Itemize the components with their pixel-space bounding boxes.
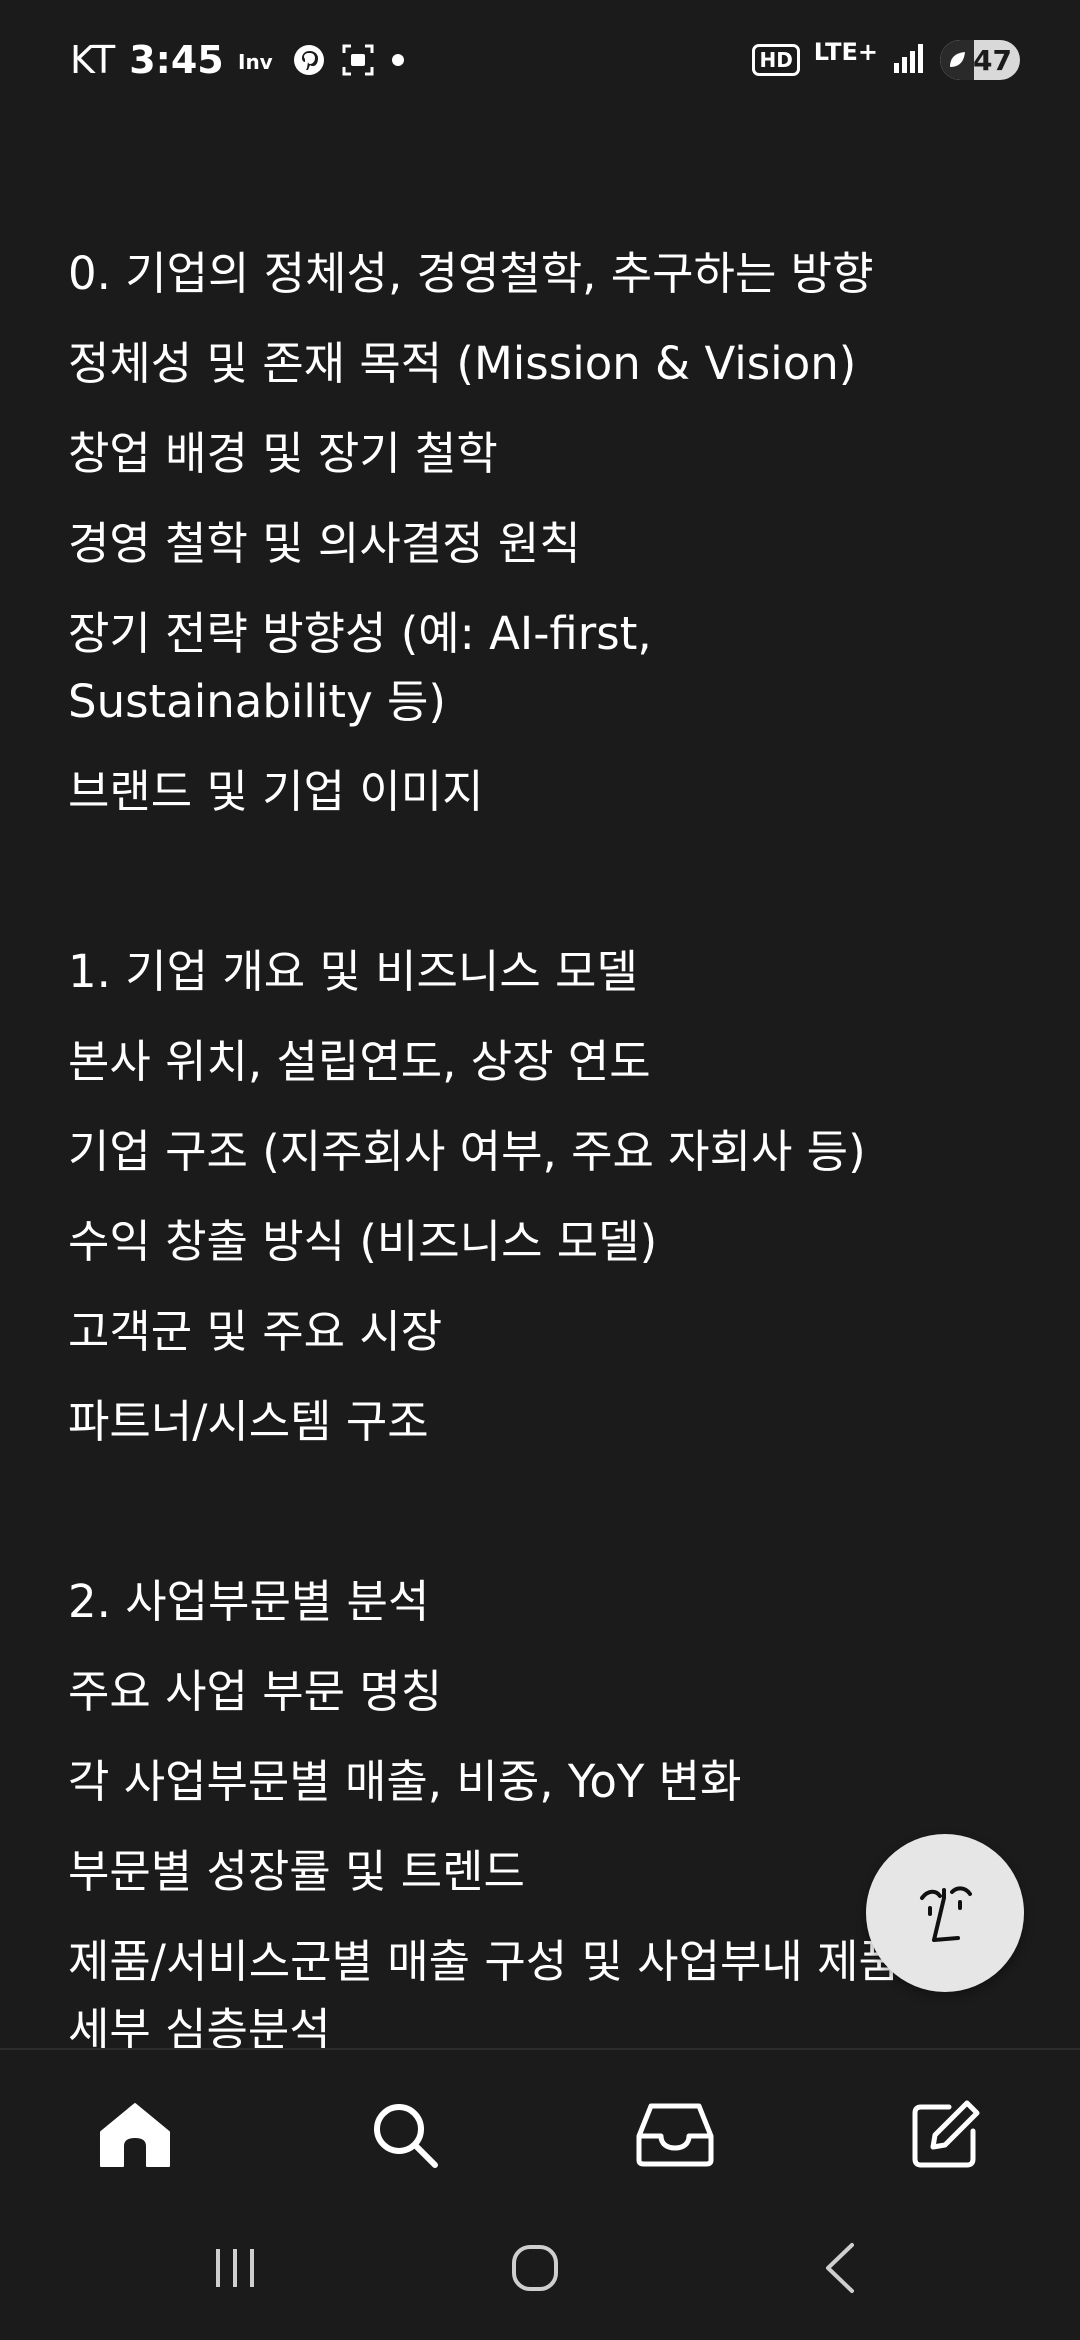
list-item: 브랜드 및 기업 이미지 [68, 765, 484, 818]
system-home-button[interactable] [490, 2228, 580, 2308]
assistant-fab-button[interactable] [866, 1834, 1024, 1992]
home-circle-icon [512, 2245, 558, 2291]
nav-compose-button[interactable] [900, 2090, 990, 2180]
status-left: KT 3:45 Inv [70, 30, 406, 90]
recent-apps-icon [216, 2249, 254, 2287]
compose-icon [912, 2100, 980, 2168]
list-item: 제품/서비스군별 매출 구성 및 사업부내 제품 세부 심층분석 [68, 1935, 900, 2056]
invest-app-icon-label: Inv [238, 50, 273, 74]
back-chevron-icon [826, 2243, 854, 2293]
list-item: 각 사업부문별 매출, 비중, YoY 변화 [68, 1755, 742, 1808]
system-navigation-bar [0, 2198, 1080, 2340]
search-icon [374, 2104, 438, 2168]
note-content[interactable]: 0. 기업의 정체성, 경영철학, 추구하는 방향 정체성 및 존재 목적 (M… [68, 240, 968, 2086]
list-item: 경영 철학 및 의사결정 원칙 [68, 517, 581, 570]
list-item: 수익 창출 방식 (비즈니스 모델) [68, 1215, 658, 1268]
notification-dot-icon [390, 52, 406, 68]
section-0-heading: 0. 기업의 정체성, 경영철학, 추구하는 방향 [68, 247, 874, 300]
list-item: 고객군 및 주요 시장 [68, 1305, 443, 1358]
battery-saver-icon [940, 40, 974, 80]
bottom-navigation [0, 2048, 1080, 2200]
signal-strength-icon [892, 41, 926, 79]
recent-apps-button[interactable] [190, 2228, 280, 2308]
list-item: 본사 위치, 설립연도, 상장 연도 [68, 1035, 651, 1088]
back-button[interactable] [795, 2228, 885, 2308]
list-item: 장기 전략 방향성 (예: AI-first, Sustainability 등… [68, 607, 652, 728]
list-item: 파트너/시스템 구조 [68, 1395, 429, 1448]
hd-voice-badge: HD [752, 44, 800, 76]
list-item: 정체성 및 존재 목적 (Mission & Vision) [68, 337, 857, 390]
pinterest-icon [292, 43, 326, 77]
list-item: 주요 사업 부문 명칭 [68, 1665, 443, 1718]
clock: 3:45 [129, 38, 224, 82]
screenshot-icon [340, 42, 376, 78]
inbox-icon [636, 2103, 714, 2167]
home-icon [100, 2103, 170, 2167]
nav-home-button[interactable] [90, 2090, 180, 2180]
section-1-heading: 1. 기업 개요 및 비즈니스 모델 [68, 945, 638, 998]
face-logo-icon [920, 1886, 972, 1942]
status-bar: KT 3:45 Inv HD LTE+ 47 [0, 0, 1080, 120]
section-2-heading: 2. 사업부문별 분석 [68, 1575, 430, 1628]
list-item: 기업 구조 (지주회사 여부, 주요 자회사 등) [68, 1125, 866, 1178]
list-item: 창업 배경 및 장기 철학 [68, 427, 498, 480]
nav-inbox-button[interactable] [630, 2090, 720, 2180]
lte-indicator: LTE+ [813, 38, 878, 66]
list-item: 부문별 성장률 및 트렌드 [68, 1845, 525, 1898]
invest-app-icon: Inv [238, 45, 278, 75]
nav-search-button[interactable] [360, 2090, 450, 2180]
status-right: HD LTE+ 47 [752, 30, 1020, 90]
battery-indicator: 47 [940, 40, 1020, 80]
battery-percent: 47 [973, 43, 1012, 77]
carrier-label: KT [70, 38, 116, 82]
